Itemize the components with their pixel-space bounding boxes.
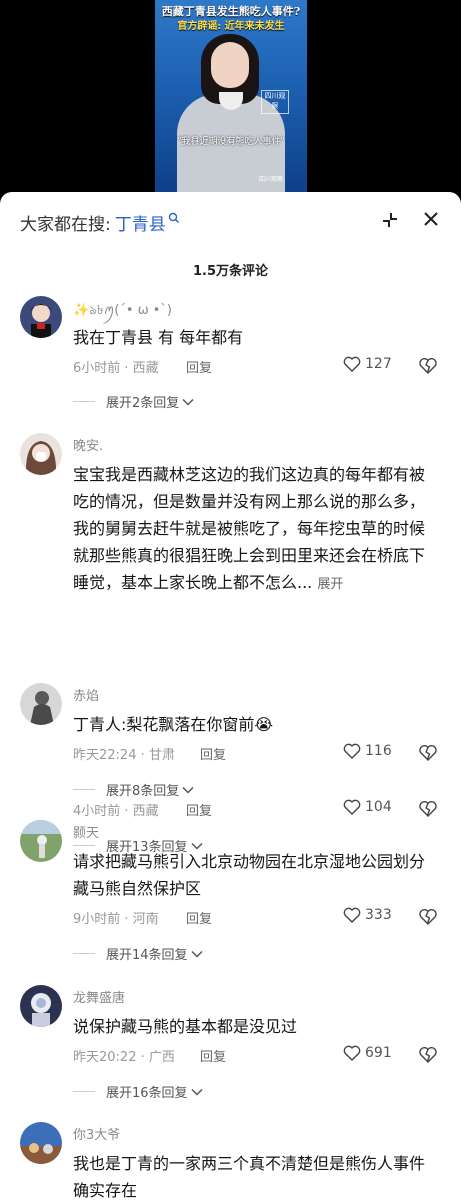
chevron-down-icon [182, 398, 194, 406]
divider [73, 845, 95, 846]
avatar[interactable] [20, 683, 62, 725]
like-button[interactable]: 127 [343, 356, 392, 372]
avatar[interactable] [20, 1122, 62, 1164]
broken-heart-icon[interactable] [418, 908, 438, 926]
collapse-icon[interactable] [378, 208, 402, 232]
like-count: 127 [365, 356, 392, 372]
search-term-link[interactable]: 丁青县 [115, 210, 166, 235]
video-subtitle: "我县近期没有熊吃人事件" [177, 137, 285, 147]
divider [73, 789, 95, 790]
like-count: 333 [365, 907, 392, 923]
news-anchor-face [211, 42, 249, 88]
reply-button[interactable]: 回复 [186, 357, 212, 376]
username[interactable]: 龙舞盛唐 [73, 987, 125, 1006]
heart-icon [343, 799, 361, 815]
comment-text: 请求把藏马熊引入北京动物园在北京湿地公园划分藏马熊自然保护区 [73, 852, 426, 898]
video-frame[interactable]: 西藏丁青县发生熊吃人事件? 官方辟谣: 近年来未发生 四川观察 "我县近期没有熊… [155, 0, 307, 200]
chevron-down-icon [182, 786, 194, 794]
like-button[interactable]: 104 [343, 799, 392, 815]
broken-heart-icon[interactable] [418, 800, 438, 818]
like-count: 116 [365, 743, 392, 759]
expand-replies-button[interactable]: 展开14条回复 [73, 944, 203, 963]
broken-heart-icon[interactable] [418, 744, 438, 762]
comment-meta: 昨天20:22 · 广西 [73, 1050, 175, 1065]
channel-logo: 四川观察 [261, 90, 289, 114]
avatar[interactable] [20, 296, 62, 338]
like-button[interactable]: 116 [343, 743, 392, 759]
expand-replies-label: 展开14条回复 [106, 948, 188, 963]
heart-icon [343, 907, 361, 923]
comment-text: 说保护藏马熊的基本都是没见过 [73, 1017, 298, 1036]
username[interactable]: 你3大爷 [73, 1124, 120, 1143]
comment-text: 宝宝我是西藏林芝这边的我们这边真的每年都有被吃的情况，但是数量并没有网上那么说的… [73, 461, 433, 598]
heart-icon [343, 1045, 361, 1061]
avatar[interactable] [20, 985, 62, 1027]
comment-meta: 6小时前 · 西藏 [73, 361, 159, 376]
username[interactable]: 颢天 [73, 822, 99, 841]
comment-text: 我在丁青县 有 每年都有 [73, 328, 244, 347]
reply-button[interactable]: 回复 [186, 908, 212, 927]
close-icon[interactable] [420, 208, 442, 230]
search-prefix: 大家都在搜: [20, 214, 111, 235]
like-button[interactable]: 691 [343, 1045, 392, 1061]
divider [73, 401, 95, 402]
like-count: 691 [365, 1045, 392, 1061]
comment-text: 丁青人:梨花飘落在你窗前😭 [73, 715, 274, 734]
comment-count: 1.5万条评论 [192, 264, 269, 279]
broken-heart-icon[interactable] [418, 357, 438, 375]
like-button[interactable]: 333 [343, 907, 392, 923]
reply-button[interactable]: 回复 [200, 744, 226, 763]
video-player[interactable]: 西藏丁青县发生熊吃人事件? 官方辟谣: 近年来未发生 四川观察 "我县近期没有熊… [0, 0, 461, 200]
expand-replies-label: 展开2条回复 [106, 396, 180, 411]
expand-replies-button[interactable]: 展开8条回复 [73, 780, 194, 799]
expand-text-link[interactable]: 展开 [317, 577, 343, 592]
expand-replies-button[interactable]: 展开16条回复 [73, 1082, 203, 1101]
corner-logo: 四川观察 [259, 176, 284, 183]
divider [73, 1091, 95, 1092]
video-subheadline: 官方辟谣: 近年来未发生 [177, 21, 285, 32]
avatar[interactable] [20, 820, 62, 862]
search-icon[interactable] [168, 212, 180, 224]
comment-meta: 4小时前 · 西藏 [73, 804, 159, 819]
expand-replies-label: 展开16条回复 [106, 1086, 188, 1101]
comment-meta: 昨天22:24 · 甘肃 [73, 748, 175, 763]
username[interactable]: 赤焰 [73, 685, 99, 704]
comment-meta: 9小时前 · 河南 [73, 912, 159, 927]
comment-body: 宝宝我是西藏林芝这边的我们这边真的每年都有被吃的情况，但是数量并没有网上那么说的… [73, 465, 426, 592]
broken-heart-icon[interactable] [418, 1046, 438, 1064]
comment-sheet: 大家都在搜: 丁青县 1.5万条评论 ✨ঌ৳ꪑ(´• ω •`) 我在丁青县 有… [0, 192, 461, 1200]
like-count: 104 [365, 799, 392, 815]
username[interactable]: 晚安. [73, 435, 103, 454]
chevron-down-icon [191, 950, 203, 958]
search-suggestion[interactable]: 大家都在搜: 丁青县 [20, 210, 180, 235]
divider [73, 953, 95, 954]
comment-text: 我也是丁青的一家两三个真不清楚但是熊伤人事件确实存在 [73, 1154, 426, 1200]
reply-button[interactable]: 回复 [186, 800, 212, 819]
expand-replies-button[interactable]: 展开2条回复 [73, 392, 194, 411]
avatar[interactable] [20, 433, 62, 475]
heart-icon [343, 743, 361, 759]
expand-replies-label: 展开8条回复 [106, 784, 180, 799]
username[interactable]: ✨ঌ৳ꪑ(´• ω •`) [73, 298, 172, 325]
chevron-down-icon [191, 1088, 203, 1096]
reply-button[interactable]: 回复 [200, 1046, 226, 1065]
heart-icon [343, 356, 361, 372]
